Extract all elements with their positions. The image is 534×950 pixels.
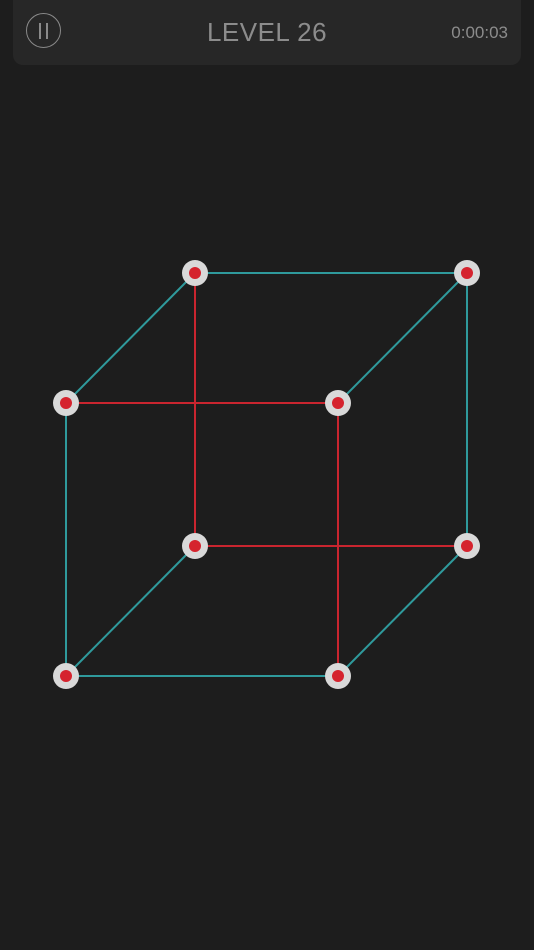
node-n1[interactable]	[182, 260, 208, 286]
edge-n5-n7	[65, 545, 196, 677]
node-n8[interactable]	[325, 663, 351, 689]
edge-n6-n8	[337, 545, 468, 677]
edges-layer	[65, 272, 468, 677]
node-n3[interactable]	[53, 390, 79, 416]
edge-n1-n3	[65, 272, 196, 404]
node-n5[interactable]	[182, 533, 208, 559]
node-n7[interactable]	[53, 663, 79, 689]
node-n4[interactable]	[325, 390, 351, 416]
edge-n2-n4	[337, 272, 468, 404]
node-n2[interactable]	[454, 260, 480, 286]
puzzle-board	[53, 260, 480, 689]
node-n6[interactable]	[454, 533, 480, 559]
